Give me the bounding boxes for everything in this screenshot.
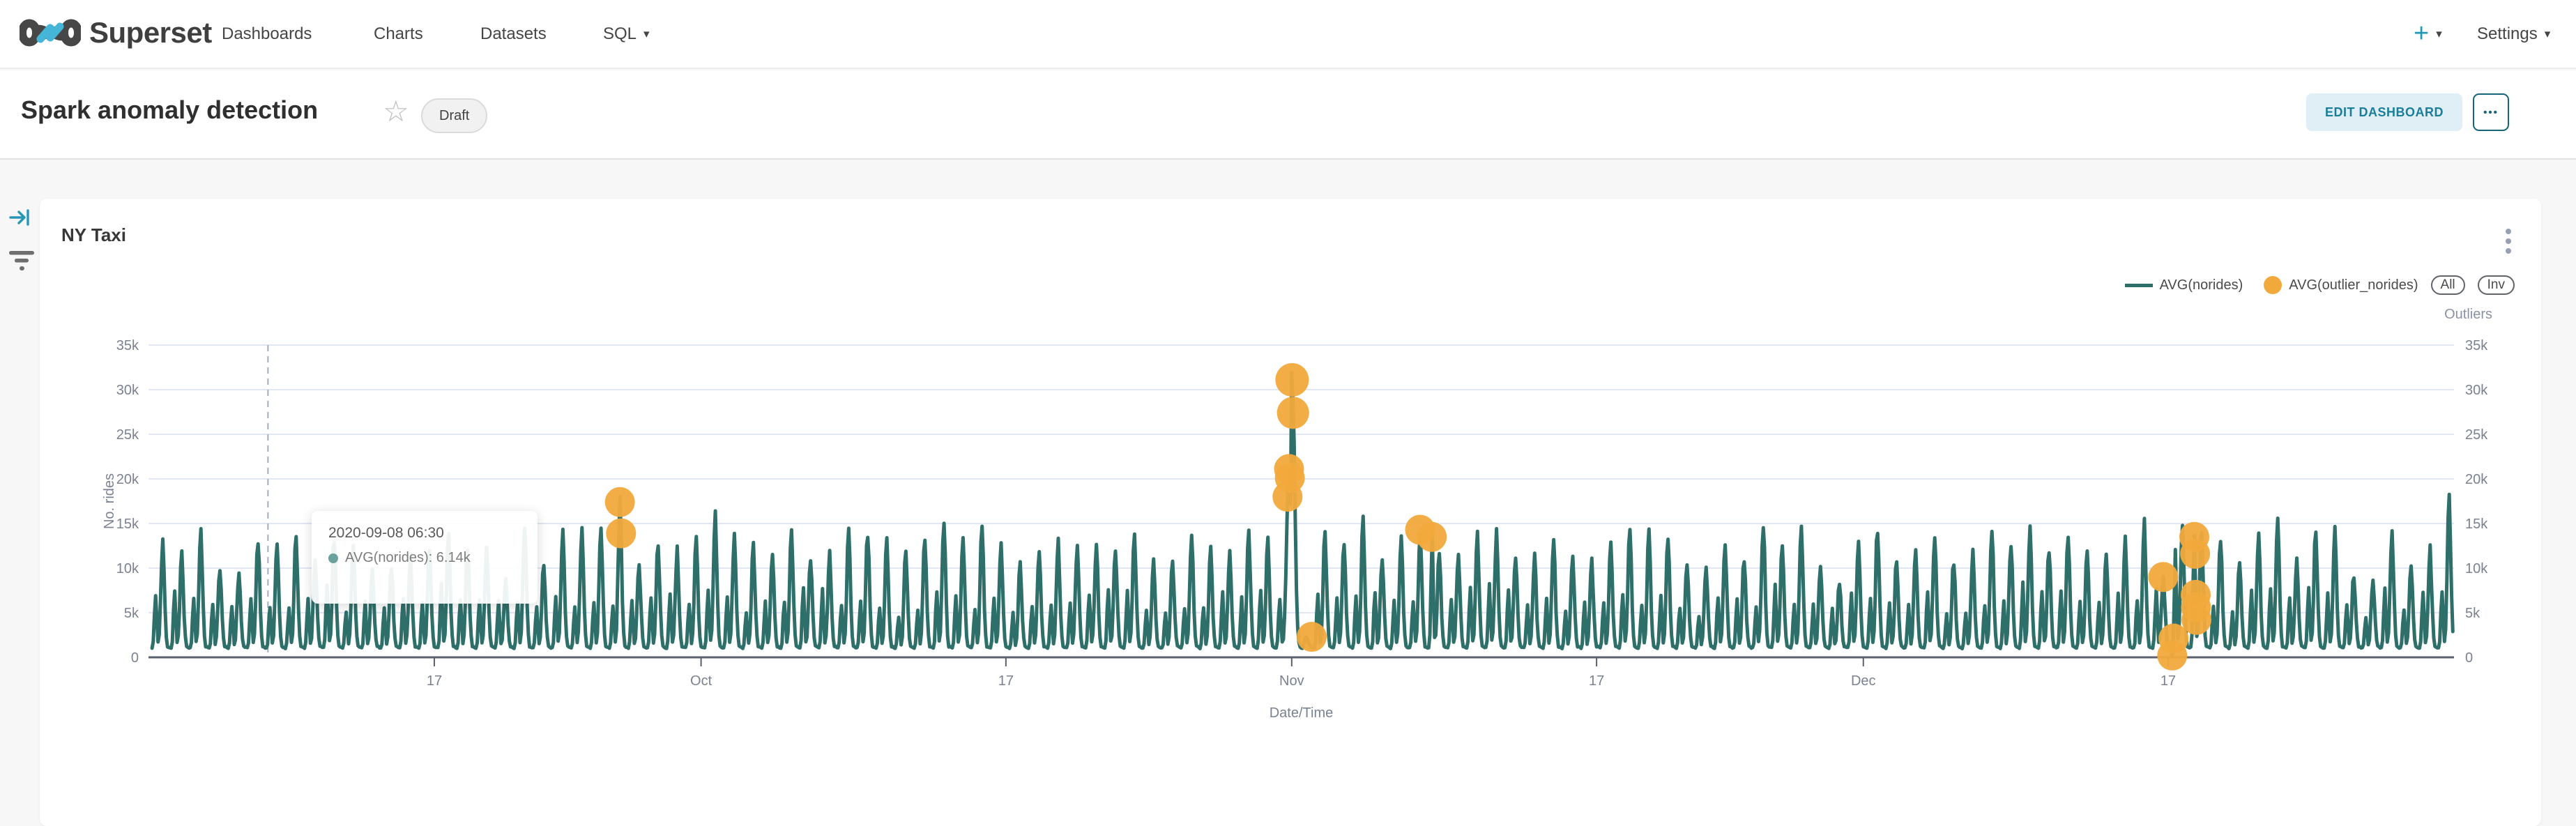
y-axis-label-left: 25k [116,427,139,443]
y-axis-label-left: 35k [116,338,139,353]
series-bullet-icon [328,553,338,563]
outlier-point[interactable] [606,519,636,549]
outlier-point[interactable] [2157,641,2187,671]
tooltip-value: AVG(norides): 6.14k [345,550,471,566]
y-axis-label-right: 15k [2465,517,2488,532]
x-axis-label: Dec [1851,673,1876,689]
x-axis-label: 17 [1589,673,1604,689]
y-axis-label-left: 5k [124,606,139,621]
outlier-point[interactable] [1275,463,1305,493]
outlier-point[interactable] [605,487,635,517]
y-axis-label-left: 20k [116,472,139,487]
y-axis-label-right: 0 [2465,650,2473,666]
y-axis-label-right: 35k [2465,338,2488,353]
y-axis-label-right: 30k [2465,383,2488,398]
outlier-point[interactable] [1275,363,1309,397]
x-axis-label: Oct [690,673,712,689]
y-axis-label-left: 10k [116,561,139,576]
outlier-point[interactable] [1417,522,1447,552]
y-axis-label-right: 10k [2465,561,2488,576]
x-axis-title: Date/Time [1270,705,1334,721]
outlier-point[interactable] [1297,622,1327,652]
y-axis-label-right: 20k [2465,472,2488,487]
outlier-point[interactable] [2180,539,2210,569]
y-axis-label-left: 30k [116,383,139,398]
tooltip-date: 2020-09-08 06:30 [328,525,521,542]
y-axis-label-right: 5k [2465,606,2480,621]
x-axis-label: 17 [998,673,1014,689]
y-axis-label-left: 15k [116,517,139,532]
timeseries-chart[interactable]: 0 0 5k 5k 10k 10k 15k 15k 20k 20k 25k 25k 30k 30k 35k 3… [0,0,2576,737]
outlier-point[interactable] [2148,562,2178,592]
y-axis-label-right: 25k [2465,427,2488,443]
x-axis-label: 17 [427,673,442,689]
tooltip-series-row: AVG(norides): 6.14k [328,550,521,566]
y-axis-title: No. rides [102,473,117,529]
y-axis-label-left: 0 [131,650,139,666]
x-axis-label: Nov [1279,673,1304,689]
chart-tooltip: 2020-09-08 06:30 AVG(norides): 6.14k [312,511,538,604]
outlier-point[interactable] [2181,605,2211,635]
outlier-point[interactable] [1277,397,1309,429]
x-axis-label: 17 [2160,673,2176,689]
